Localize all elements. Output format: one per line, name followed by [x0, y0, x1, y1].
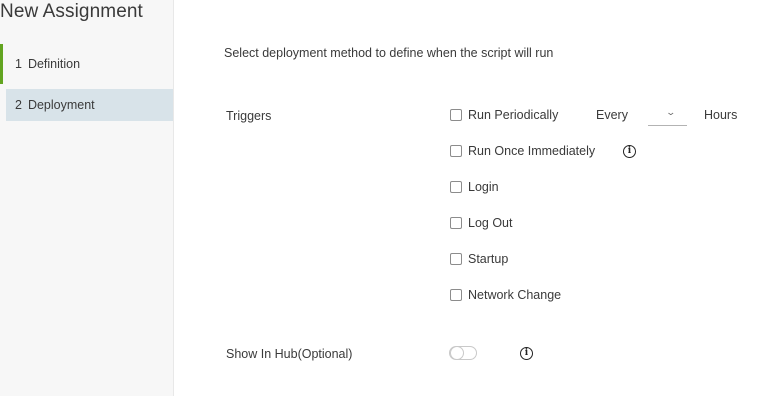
checkbox-label: Network Change: [468, 288, 562, 302]
checkbox-box[interactable]: [450, 145, 462, 157]
hours-label: Hours: [704, 108, 738, 122]
log-out-checkbox[interactable]: Log Out: [450, 214, 512, 232]
run-periodically-checkbox[interactable]: Run Periodically: [450, 106, 558, 124]
step-label: Definition: [27, 57, 81, 71]
checkbox-box[interactable]: [450, 253, 462, 265]
step-deployment[interactable]: 2 Deployment: [6, 89, 173, 121]
step-number: 1: [15, 57, 22, 71]
checkbox-label: Startup: [468, 252, 509, 266]
checkbox-label: Run Periodically: [468, 108, 559, 122]
network-change-checkbox[interactable]: Network Change: [450, 286, 561, 304]
checkbox-box[interactable]: [450, 217, 462, 229]
step-number: 2: [15, 98, 22, 112]
show-in-hub-label: Show In Hub(Optional): [226, 347, 353, 361]
checkbox-box[interactable]: [450, 289, 462, 301]
checkbox-label: Login: [468, 180, 499, 194]
show-in-hub-toggle[interactable]: [449, 346, 477, 360]
page-title: New Assignment: [0, 1, 143, 22]
info-icon[interactable]: i: [623, 145, 636, 158]
wizard-sidebar: New Assignment 1 Definition 2 Deployment: [0, 0, 174, 396]
checkbox-label: Run Once Immediately: [468, 144, 596, 158]
deployment-form: Select deployment method to define when …: [175, 0, 768, 396]
new-assignment-wizard: New Assignment 1 Definition 2 Deployment…: [0, 0, 768, 396]
every-label: Every: [596, 108, 628, 122]
form-description: Select deployment method to define when …: [224, 46, 554, 60]
toggle-knob: [450, 346, 464, 360]
run-once-immediately-checkbox[interactable]: Run Once Immediately: [450, 142, 595, 160]
info-icon[interactable]: i: [520, 347, 533, 360]
login-checkbox[interactable]: Login: [450, 178, 499, 196]
step-definition[interactable]: 1 Definition: [0, 44, 173, 84]
chevron-down-icon: ⌄: [665, 107, 677, 117]
checkbox-box[interactable]: [450, 109, 462, 121]
step-label: Deployment: [27, 98, 95, 112]
triggers-label: Triggers: [226, 109, 272, 123]
checkbox-box[interactable]: [450, 181, 462, 193]
checkbox-label: Log Out: [468, 216, 513, 230]
interval-select[interactable]: ⌄: [648, 104, 687, 126]
startup-checkbox[interactable]: Startup: [450, 250, 508, 268]
